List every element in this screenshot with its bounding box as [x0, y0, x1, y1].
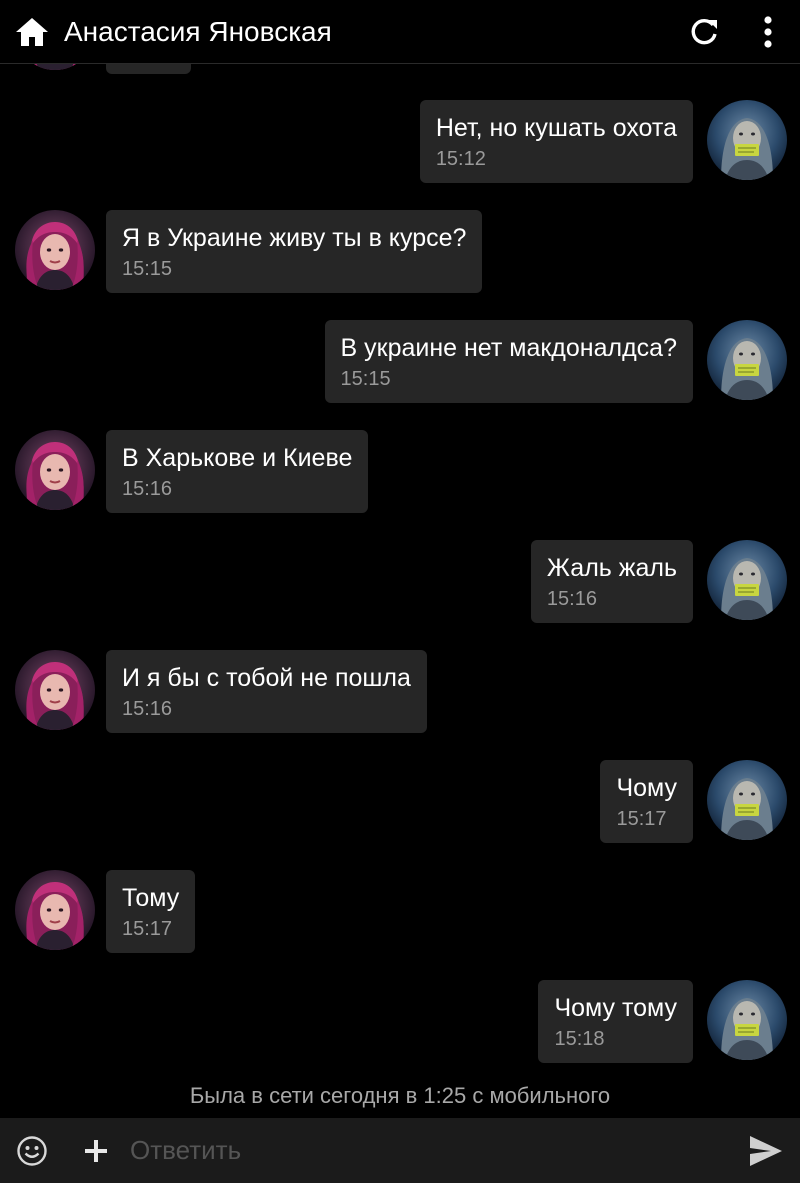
message-text: Чому тому — [554, 994, 677, 1022]
contact-avatar[interactable] — [15, 210, 95, 290]
message-time: 15:18 — [554, 1028, 605, 1050]
last-seen-status: Была в сети сегодня в 1:25 с мобильного — [189, 1083, 611, 1108]
app-header: Анастасия Яновская — [0, 0, 800, 64]
message-time: 15:12 — [435, 148, 486, 170]
message-text: Я в Украине живу ты в курсе? — [122, 224, 467, 252]
message-bubble: Чому тому 15:18 — [538, 980, 693, 1063]
emoji-icon — [17, 1135, 47, 1166]
message-time: 15:17 — [616, 808, 667, 830]
message-bubble: Жаль жаль 15:16 — [530, 540, 693, 623]
home-icon — [16, 17, 48, 46]
message-text: Тому — [122, 884, 180, 912]
message-text: В Харькове и Киеве — [122, 444, 353, 472]
message-time: 15:17 — [122, 918, 173, 940]
attach-button[interactable] — [64, 1118, 128, 1183]
message-time: 15:15 — [122, 258, 173, 280]
message-bubble: Нет, но кушать охота 15:12 — [419, 100, 693, 183]
contact-avatar[interactable] — [15, 870, 95, 950]
send-icon — [750, 1135, 782, 1166]
message-bubble: И я бы с тобой не пошла 15:16 — [106, 650, 427, 733]
message-time: 15:15 — [340, 368, 391, 390]
message-bubble: В украине нет макдоналдса? 15:15 — [324, 320, 693, 403]
message-text: В украине нет макдоналдса? — [340, 334, 677, 362]
more-vert-icon — [764, 15, 772, 48]
message-list[interactable]: Нет, но кушать охота 15:12 Я в Украине ж… — [0, 0, 800, 1118]
my-avatar[interactable] — [707, 760, 787, 840]
message-time: 15:16 — [122, 478, 173, 500]
message-bubble: В Харькове и Киеве 15:16 — [106, 430, 369, 513]
my-avatar[interactable] — [707, 100, 787, 180]
message-text: Чому — [616, 774, 677, 802]
message-time: 15:16 — [546, 588, 597, 610]
refresh-button[interactable] — [672, 0, 736, 63]
send-button[interactable] — [732, 1118, 800, 1183]
emoji-button[interactable] — [0, 1118, 64, 1183]
reply-input[interactable] — [128, 1125, 732, 1176]
message-composer — [0, 1118, 800, 1183]
message-bubble: Чому 15:17 — [600, 760, 693, 843]
message-text: Нет, но кушать охота — [435, 114, 677, 142]
my-avatar[interactable] — [707, 540, 787, 620]
my-avatar[interactable] — [707, 320, 787, 400]
message-text: И я бы с тобой не пошла — [122, 664, 411, 692]
my-avatar[interactable] — [707, 980, 787, 1060]
message-bubble: Тому 15:17 — [106, 870, 196, 953]
message-time: 15:16 — [122, 698, 173, 720]
contact-avatar[interactable] — [15, 650, 95, 730]
chat-title[interactable]: Анастасия Яновская — [64, 16, 672, 48]
message-text: Жаль жаль — [546, 554, 677, 582]
overflow-menu-button[interactable] — [736, 0, 800, 63]
plus-icon — [85, 1139, 107, 1162]
message-bubble: Я в Украине живу ты в курсе? 15:15 — [106, 210, 483, 293]
contact-avatar[interactable] — [15, 430, 95, 510]
home-button[interactable] — [0, 0, 64, 63]
refresh-icon — [691, 18, 717, 44]
